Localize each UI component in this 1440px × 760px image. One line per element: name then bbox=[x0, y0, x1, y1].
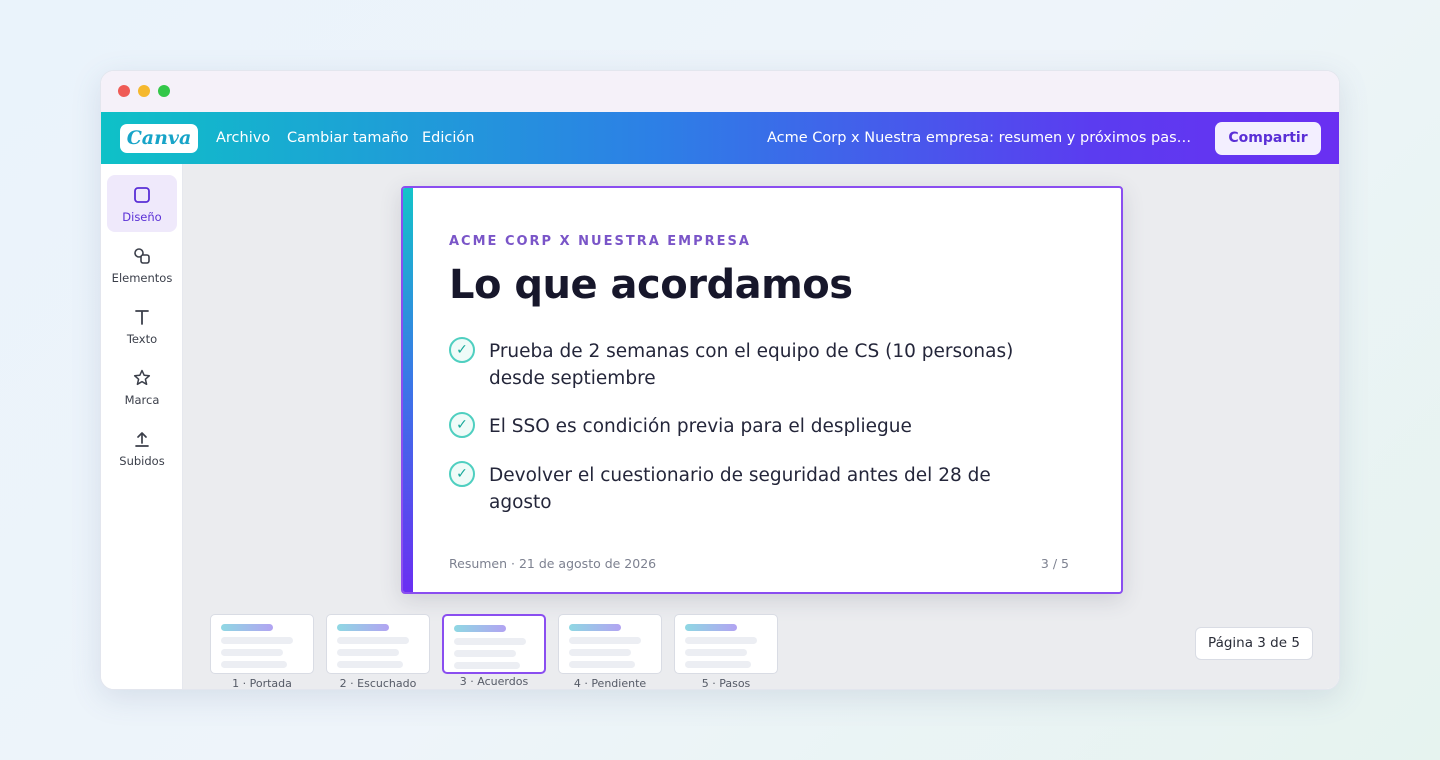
sidebar-item-label: Texto bbox=[126, 332, 158, 346]
page-thumbnail[interactable] bbox=[558, 614, 662, 674]
page-thumbnail-active[interactable] bbox=[442, 614, 546, 674]
thumbnail-label: 4 · Pendiente bbox=[573, 677, 647, 690]
slide-title[interactable]: Lo que acordamos bbox=[449, 262, 853, 308]
sidebar-item-subidos[interactable]: Subidos bbox=[107, 419, 177, 476]
bullet-text[interactable]: Prueba de 2 semanas con el equipo de CS … bbox=[489, 338, 1059, 392]
thumbnail-heading bbox=[221, 624, 273, 631]
thumbnail-line bbox=[685, 649, 747, 656]
bullet-text[interactable]: Devolver el cuestionario de seguridad an… bbox=[489, 462, 1059, 516]
app-window: Canva Archivo Cambiar tamaño Edición Acm… bbox=[100, 70, 1340, 690]
sidebar-item-marca[interactable]: Marca bbox=[107, 358, 177, 415]
sidebar-item-label: Subidos bbox=[119, 454, 165, 468]
thumbnail-line bbox=[337, 637, 409, 644]
maximize-window-button[interactable] bbox=[158, 85, 170, 97]
thumbnail-line bbox=[569, 637, 641, 644]
upload-icon bbox=[135, 432, 149, 447]
thumbnail-line bbox=[221, 637, 293, 644]
menu-cambiar-tamano[interactable]: Cambiar tamaño bbox=[287, 112, 408, 164]
slide-eyebrow[interactable]: ACME CORP X NUESTRA EMPRESA bbox=[449, 234, 751, 249]
thumbnail-line bbox=[337, 661, 403, 668]
thumbnail-line bbox=[454, 650, 516, 657]
minimize-window-button[interactable] bbox=[138, 85, 150, 97]
thumbnail-label: 3 · Acuerdos bbox=[459, 675, 529, 688]
thumbnail-line bbox=[337, 649, 399, 656]
window-titlebar bbox=[101, 71, 1339, 112]
bullet-item: ✓ Devolver el cuestionario de seguridad … bbox=[449, 461, 1069, 517]
document-title[interactable]: Acme Corp x Nuestra empresa: resumen y p… bbox=[767, 112, 1197, 164]
bullet-text[interactable]: El SSO es condición previa para el despl… bbox=[489, 413, 1059, 440]
check-icon: ✓ bbox=[449, 337, 475, 363]
thumbnail-label: 1 · Portada bbox=[232, 677, 292, 690]
check-icon: ✓ bbox=[449, 461, 475, 487]
slide-number[interactable]: 3 / 5 bbox=[1041, 556, 1069, 571]
left-sidebar: Diseño Elementos Texto Marca Subidos bbox=[101, 164, 183, 689]
thumbnail-line bbox=[569, 649, 631, 656]
page-thumbnail[interactable] bbox=[674, 614, 778, 674]
bullet-item: ✓ El SSO es condición previa para el des… bbox=[449, 412, 1069, 442]
thumbnail-line bbox=[454, 638, 526, 645]
share-button[interactable]: Compartir bbox=[1215, 122, 1321, 155]
bullet-item: ✓ Prueba de 2 semanas con el equipo de C… bbox=[449, 337, 1069, 393]
square-icon bbox=[134, 187, 150, 203]
canvas-area: ACME CORP X NUESTRA EMPRESA Lo que acord… bbox=[183, 164, 1339, 690]
star-icon bbox=[133, 369, 151, 386]
thumbnail-label: 2 · Escuchado bbox=[339, 677, 417, 690]
sidebar-item-elementos[interactable]: Elementos bbox=[107, 236, 177, 293]
sidebar-item-diseno[interactable]: Diseño bbox=[107, 175, 177, 232]
slide-canvas[interactable]: ACME CORP X NUESTRA EMPRESA Lo que acord… bbox=[401, 186, 1123, 594]
sidebar-item-label: Diseño bbox=[122, 210, 162, 224]
page-indicator[interactable]: Página 3 de 5 bbox=[1195, 627, 1313, 660]
top-toolbar: Canva Archivo Cambiar tamaño Edición Acm… bbox=[101, 112, 1339, 164]
slide-footer[interactable]: Resumen · 21 de agosto de 2026 bbox=[449, 556, 656, 571]
thumbnail-heading bbox=[569, 624, 621, 631]
thumbnail-line bbox=[569, 661, 635, 668]
page-thumbnail[interactable] bbox=[326, 614, 430, 674]
menu-edicion[interactable]: Edición bbox=[422, 112, 474, 164]
close-window-button[interactable] bbox=[118, 85, 130, 97]
thumbnail-line bbox=[685, 661, 751, 668]
text-icon bbox=[135, 310, 149, 325]
thumbnail-line bbox=[221, 649, 283, 656]
thumbnail-line bbox=[454, 662, 520, 669]
thumbnail-heading bbox=[685, 624, 737, 631]
thumbnail-line bbox=[685, 637, 757, 644]
sidebar-item-label: Marca bbox=[124, 393, 160, 407]
menu-archivo[interactable]: Archivo bbox=[216, 112, 270, 164]
sidebar-item-texto[interactable]: Texto bbox=[107, 297, 177, 354]
thumbnail-heading bbox=[454, 625, 506, 632]
canva-logo[interactable]: Canva bbox=[120, 124, 198, 153]
thumbnail-line bbox=[221, 661, 287, 668]
thumbnail-label: 5 · Pasos bbox=[701, 677, 751, 690]
thumbnail-heading bbox=[337, 624, 389, 631]
shapes-icon bbox=[134, 248, 150, 264]
slide-accent-bar bbox=[403, 188, 413, 592]
sidebar-item-label: Elementos bbox=[111, 271, 173, 285]
page-thumbnail[interactable] bbox=[210, 614, 314, 674]
check-icon: ✓ bbox=[449, 412, 475, 438]
